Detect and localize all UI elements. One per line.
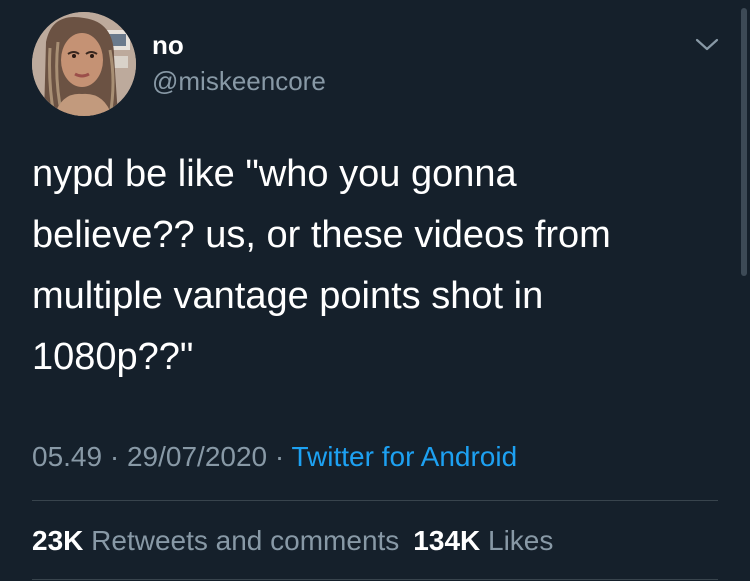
likes-label: Likes <box>488 525 554 556</box>
author-handle[interactable]: @miskeencore <box>152 66 326 96</box>
tweet-text: nypd be like "who you gonna believe?? us… <box>32 153 611 378</box>
tweet-date[interactable]: 29/07/2020 <box>127 441 267 472</box>
scrollbar[interactable] <box>741 8 747 276</box>
retweets-stat[interactable]: 23K Retweets and comments <box>32 525 399 556</box>
retweets-count: 23K <box>32 525 84 556</box>
tweet-source-link[interactable]: Twitter for Android <box>292 441 518 472</box>
divider <box>32 579 718 580</box>
avatar[interactable] <box>32 12 136 116</box>
tweet-time[interactable]: 05.49 <box>32 441 102 472</box>
chevron-down-icon[interactable] <box>694 34 720 54</box>
avatar-image <box>32 12 136 116</box>
tweet-meta: 05.49 · 29/07/2020 · Twitter for Android <box>32 440 517 474</box>
author-display-name[interactable]: no <box>152 30 184 60</box>
meta-separator: · <box>274 441 285 472</box>
engagement-stats: 23K Retweets and comments 134K Likes <box>32 524 553 558</box>
likes-count: 134K <box>413 525 481 556</box>
likes-stat[interactable]: 134K Likes <box>413 525 553 556</box>
meta-separator: · <box>109 441 120 472</box>
divider <box>32 500 718 501</box>
retweets-label: Retweets and comments <box>91 525 400 556</box>
